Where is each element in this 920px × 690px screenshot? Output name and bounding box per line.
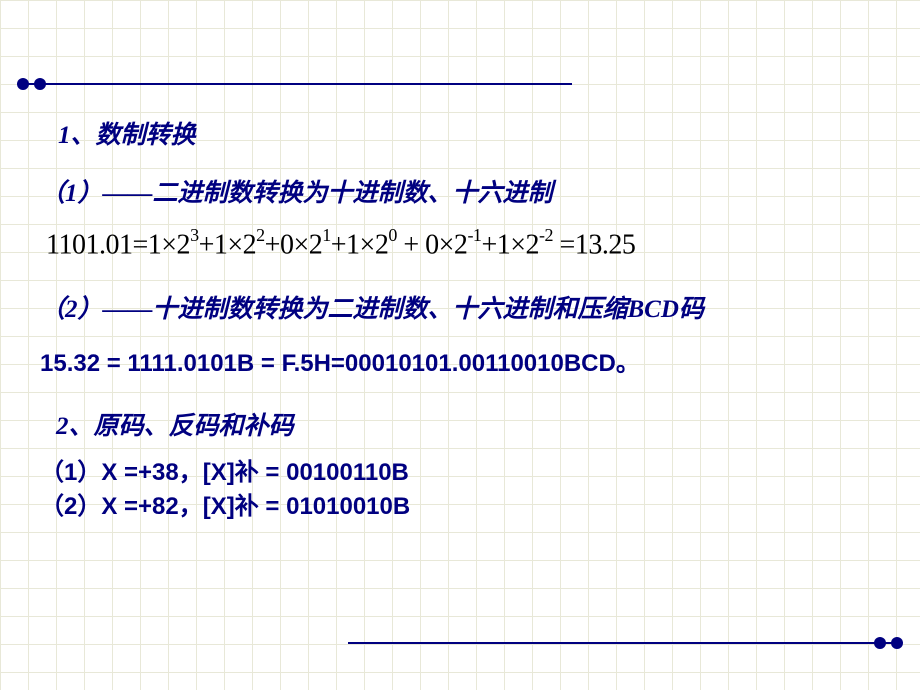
- section-2-title: 2、原码、反码和补码: [50, 406, 880, 442]
- eq-term2-base: +1×2: [199, 229, 257, 260]
- eq-term1-base: 1×2: [148, 229, 190, 260]
- complement-line-2: （2）X =+82，[X]补 = 01010010B: [40, 490, 880, 524]
- eq-term1-exp: 3: [190, 225, 199, 245]
- section-1-title: 1、数制转换: [50, 115, 880, 151]
- eq-term5-exp: -1: [467, 225, 481, 245]
- eq-term2-exp: 2: [256, 225, 265, 245]
- eq-term6-base: +1×2: [481, 229, 539, 260]
- eq-term3-exp: 1: [322, 225, 331, 245]
- eq-term6-exp: -2: [539, 225, 553, 245]
- decimal-conversion-formula: 15.32 = 1111.0101B = F.5H=00010101.00110…: [40, 343, 880, 378]
- slide-content: 1、数制转换 （1）——二进制数转换为十进制数、十六进制 1101.01=1×2…: [0, 0, 920, 564]
- binary-conversion-equation: 1101.01=1×23+1×22+0×21+1×20 + 0×2-1+1×2-…: [46, 227, 880, 261]
- eq-term3-base: +0×2: [265, 229, 323, 260]
- eq-rhs: =13.25: [553, 229, 635, 260]
- complement-line-1: （1）X =+38，[X]补 = 00100110B: [40, 456, 880, 490]
- section-1-sub-1: （1）——二进制数转换为十进制数、十六进制: [40, 173, 880, 209]
- section-1-sub-2: （2）——十进制数转换为二进制数、十六进制和压缩BCD码: [40, 289, 880, 325]
- bottom-decorative-line: [348, 642, 898, 644]
- eq-term5-base: + 0×2: [397, 229, 468, 260]
- eq-term4-base: +1×2: [331, 229, 389, 260]
- eq-lhs: 1101.01=: [46, 229, 148, 260]
- eq-term4-exp: 0: [388, 225, 397, 245]
